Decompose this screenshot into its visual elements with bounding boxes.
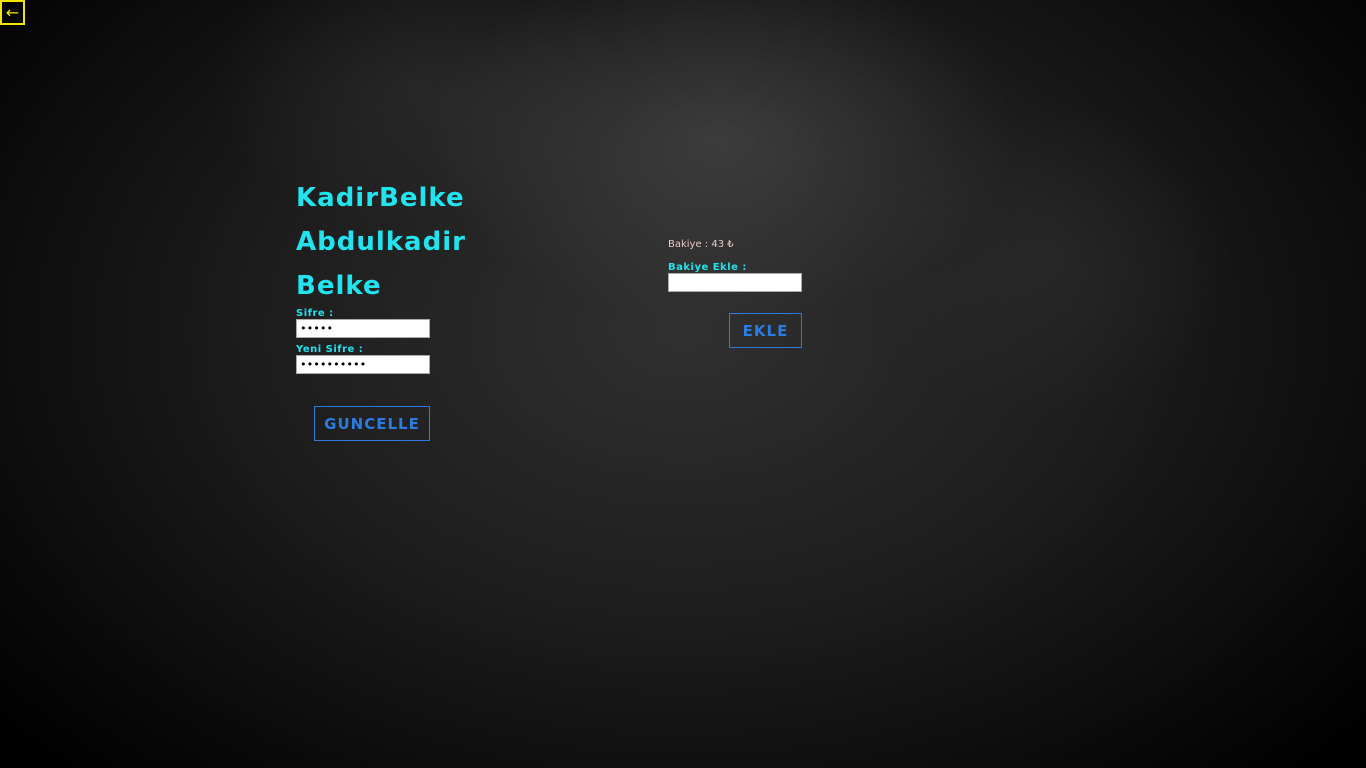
current-password-label: Sifre : — [296, 308, 334, 319]
add-balance-label: Bakiye Ekle : — [668, 262, 747, 273]
back-arrow-icon[interactable]: ← — [0, 0, 25, 25]
add-balance-input[interactable] — [668, 273, 802, 292]
current-password-input[interactable] — [296, 319, 430, 338]
new-password-input[interactable] — [296, 355, 430, 374]
new-password-label: Yeni Sifre : — [296, 344, 364, 355]
profile-panel: KadirBelke Abdulkadir Belke Sifre : Yeni… — [296, 180, 496, 374]
update-password-button[interactable]: GUNCELLE — [314, 406, 430, 441]
first-name-heading: Abdulkadir — [296, 227, 466, 257]
username-heading: KadirBelke — [296, 183, 465, 213]
balance-display: Bakiye : 43 ₺ — [668, 239, 734, 250]
last-name-heading: Belke — [296, 271, 382, 301]
balance-panel: Bakiye : 43 ₺ Bakiye Ekle : — [668, 238, 808, 292]
add-balance-button[interactable]: EKLE — [729, 313, 802, 348]
